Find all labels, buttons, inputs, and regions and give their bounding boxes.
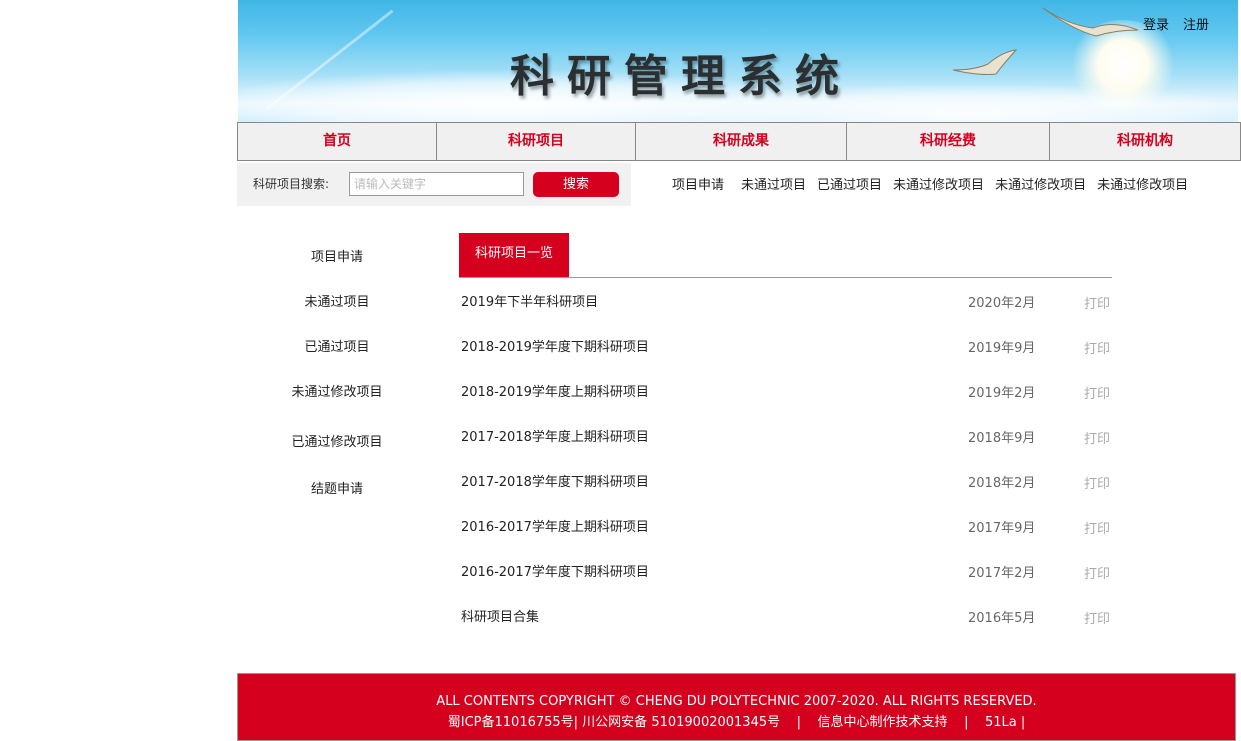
- project-title[interactable]: 2016-2017学年度上期科研项目: [461, 516, 649, 535]
- project-title[interactable]: 2016-2017学年度下期科研项目: [461, 561, 649, 580]
- sidebar-item-apply[interactable]: 项目申请: [237, 246, 437, 265]
- project-date: 2018年9月: [968, 431, 1036, 446]
- quick-links: 项目申请 未通过项目 已通过项目 未通过修改项目 未通过修改项目 未通过修改项目: [672, 174, 1199, 193]
- project-date: 2017年9月: [968, 521, 1036, 536]
- project-date: 2016年5月: [968, 611, 1036, 626]
- list-item: 2017-2018学年度上期科研项目 2018年9月 打印: [459, 412, 1112, 457]
- header-banner: 科研管理系统: [238, 0, 1238, 122]
- list-item: 2017-2018学年度下期科研项目 2018年2月 打印: [459, 457, 1112, 502]
- main-nav: 首页 科研项目 科研成果 科研经费 科研机构: [237, 122, 1241, 161]
- auth-links: 登录 注册: [1143, 14, 1209, 33]
- list-item: 2016-2017学年度上期科研项目 2017年9月 打印: [459, 502, 1112, 547]
- nav-institutions[interactable]: 科研机构: [1050, 123, 1240, 160]
- sidebar-item-closing[interactable]: 结题申请: [237, 478, 437, 497]
- quicklink-rejected-revise[interactable]: 未通过修改项目: [995, 174, 1086, 193]
- search-button[interactable]: 搜索: [533, 172, 619, 197]
- list-item: 2018-2019学年度上期科研项目 2019年2月 打印: [459, 367, 1112, 412]
- quicklink-rejected[interactable]: 未通过项目: [741, 174, 806, 193]
- copyright-text: ALL CONTENTS COPYRIGHT © CHENG DU POLYTE…: [436, 694, 1037, 709]
- project-date: 2019年2月: [968, 386, 1036, 401]
- print-link[interactable]: 打印: [1084, 563, 1110, 582]
- project-title[interactable]: 2017-2018学年度上期科研项目: [461, 426, 649, 445]
- nav-projects[interactable]: 科研项目: [437, 123, 636, 160]
- seagull-icon: [1042, 7, 1139, 37]
- list-item: 2018-2019学年度下期科研项目 2019年9月 打印: [459, 322, 1112, 367]
- nav-home[interactable]: 首页: [238, 123, 437, 160]
- print-link[interactable]: 打印: [1084, 428, 1110, 447]
- print-link[interactable]: 打印: [1084, 518, 1110, 537]
- search-bar: 科研项目搜索: 搜索: [237, 163, 631, 206]
- quicklink-apply[interactable]: 项目申请: [672, 174, 724, 193]
- list-item: 2019年下半年科研项目 2020年2月 打印: [459, 277, 1112, 322]
- print-link[interactable]: 打印: [1084, 293, 1110, 312]
- nav-funding[interactable]: 科研经费: [847, 123, 1050, 160]
- print-link[interactable]: 打印: [1084, 383, 1110, 402]
- list-item: 2016-2017学年度下期科研项目 2017年2月 打印: [459, 547, 1112, 592]
- nav-achievements[interactable]: 科研成果: [636, 123, 847, 160]
- quicklink-rejected-revise[interactable]: 未通过修改项目: [1097, 174, 1188, 193]
- print-link[interactable]: 打印: [1084, 608, 1110, 627]
- icp-text: 蜀ICP备11016755号| 川公网安备 51019002001345号 | …: [447, 715, 1026, 730]
- project-title[interactable]: 2017-2018学年度下期科研项目: [461, 471, 649, 490]
- login-link[interactable]: 登录: [1143, 14, 1169, 33]
- sidebar-item-approved[interactable]: 已通过项目: [237, 336, 437, 355]
- print-link[interactable]: 打印: [1084, 473, 1110, 492]
- sidebar-item-rejected-revise[interactable]: 未通过修改项目: [237, 381, 437, 400]
- search-label: 科研项目搜索:: [253, 177, 330, 191]
- project-date: 2020年2月: [968, 296, 1036, 311]
- banner-title: 科研管理系统: [510, 51, 852, 102]
- project-date: 2018年2月: [968, 476, 1036, 491]
- project-title[interactable]: 2019年下半年科研项目: [461, 291, 598, 310]
- page-footer: ALL CONTENTS COPYRIGHT © CHENG DU POLYTE…: [237, 673, 1236, 741]
- sidebar-item-rejected[interactable]: 未通过项目: [237, 291, 437, 310]
- register-link[interactable]: 注册: [1183, 14, 1209, 33]
- list-item: 科研项目合集 2016年5月 打印: [459, 592, 1112, 637]
- project-title[interactable]: 2018-2019学年度下期科研项目: [461, 336, 649, 355]
- tab-bar: 科研项目一览: [459, 233, 1112, 278]
- sidebar-item-approved-revise[interactable]: 已通过修改项目: [237, 431, 437, 450]
- print-link[interactable]: 打印: [1084, 338, 1110, 357]
- tab-project-list[interactable]: 科研项目一览: [459, 233, 569, 277]
- quicklink-rejected-revise[interactable]: 未通过修改项目: [893, 174, 984, 193]
- project-date: 2017年2月: [968, 566, 1036, 581]
- project-title[interactable]: 科研项目合集: [461, 606, 539, 625]
- seagull-icon: [952, 49, 1018, 75]
- project-date: 2019年9月: [968, 341, 1036, 356]
- search-input[interactable]: [349, 172, 524, 196]
- quicklink-approved[interactable]: 已通过项目: [817, 174, 882, 193]
- project-title[interactable]: 2018-2019学年度上期科研项目: [461, 381, 649, 400]
